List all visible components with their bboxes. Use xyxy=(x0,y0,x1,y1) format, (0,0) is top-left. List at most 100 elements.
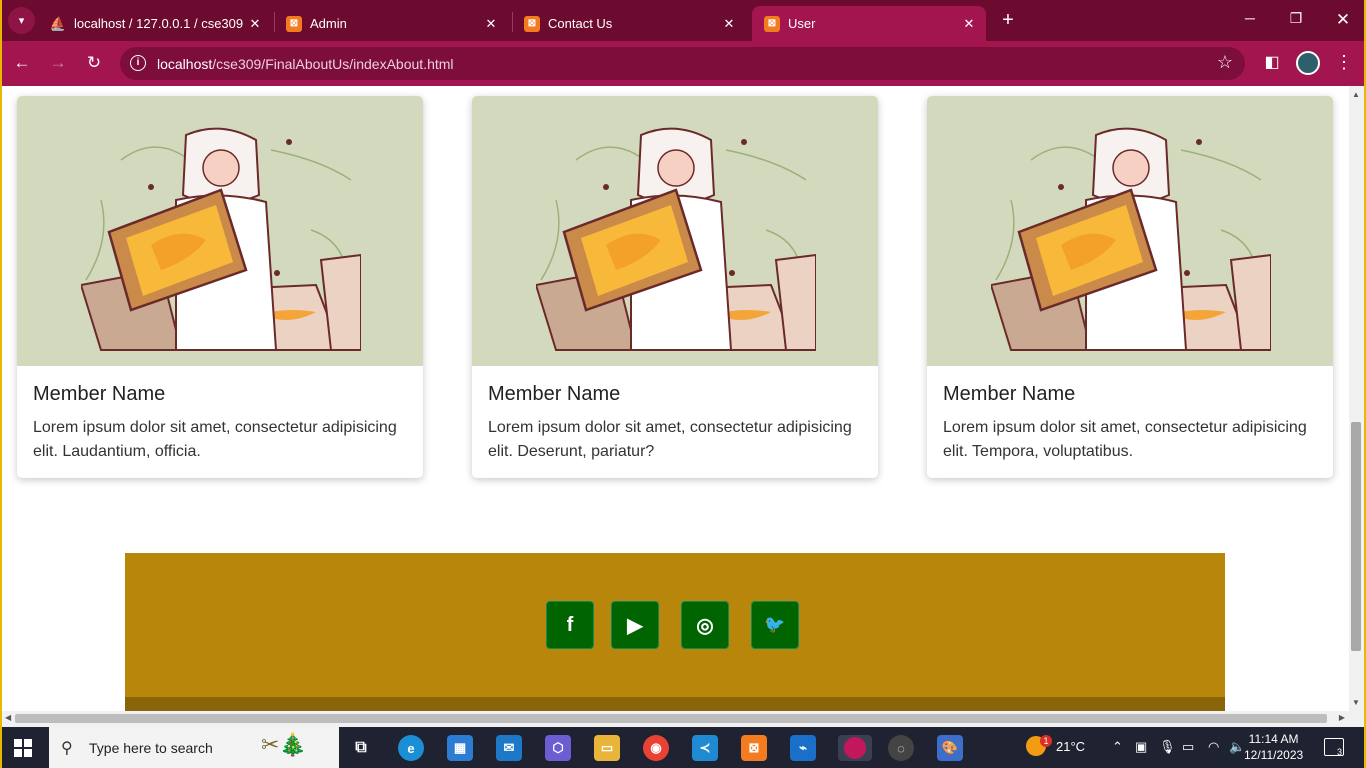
search-placeholder: Type here to search xyxy=(89,740,213,756)
side-panel-icon[interactable]: ◧ xyxy=(1260,52,1284,72)
instagram-icon: ◎ xyxy=(696,614,714,637)
site-footer: f ▶ ◎ 🐦 xyxy=(125,553,1225,711)
bookmark-star-icon[interactable]: ☆ xyxy=(1217,52,1233,73)
tab-title: Admin xyxy=(310,16,347,31)
forward-button[interactable]: → xyxy=(46,52,70,76)
scrollbar-corner xyxy=(1349,711,1364,727)
member-description: Lorem ipsum dolor sit amet, consectetur … xyxy=(943,419,1307,460)
tab-contact-us[interactable]: ⊠ Contact Us ✕ xyxy=(512,6,746,41)
restore-button[interactable]: ❐ xyxy=(1281,10,1311,27)
scroll-down-icon[interactable]: ▼ xyxy=(1352,698,1360,707)
tab-strip: ▾ ⛵ localhost / 127.0.0.1 / cse309 / r ✕… xyxy=(2,0,1364,41)
profile-avatar[interactable] xyxy=(1296,51,1320,75)
obs-icon[interactable]: ◌ xyxy=(888,735,914,761)
scroll-right-icon[interactable]: ▶ xyxy=(1339,713,1345,722)
page-viewport: Member Name Lorem ipsum dolor sit amet, … xyxy=(2,86,1349,711)
xampp-icon[interactable]: ⊠ xyxy=(741,735,767,761)
browser-toolbar: ← → ↻ i localhost/cse309/FinalAboutUs/in… xyxy=(2,41,1364,86)
tab-admin[interactable]: ⊠ Admin ✕ xyxy=(274,6,508,41)
footer-bottom-bar xyxy=(125,697,1225,711)
instagram-button[interactable]: ◎ xyxy=(681,601,729,649)
clock-time: 11:14 AM xyxy=(1248,732,1299,746)
chevron-down-icon: ▾ xyxy=(18,15,25,27)
tab-user[interactable]: ⊠ User ✕ xyxy=(752,6,986,41)
close-icon[interactable]: ✕ xyxy=(720,16,738,32)
clock-date: 12/11/2023 xyxy=(1244,748,1304,762)
member-card: Member Name Lorem ipsum dolor sit amet, … xyxy=(927,96,1333,478)
minimize-button[interactable]: ─ xyxy=(1235,10,1265,26)
member-name: Member Name xyxy=(33,383,166,405)
volume-icon[interactable]: 🔈 xyxy=(1229,739,1245,755)
tab-title: localhost / 127.0.0.1 / cse309 / r xyxy=(74,16,246,31)
windows-start-icon[interactable] xyxy=(14,739,32,757)
search-highlight-icon: ✂🎄 xyxy=(261,732,307,757)
weather-temp[interactable]: 21°C xyxy=(1056,739,1085,754)
member-name: Member Name xyxy=(488,383,621,405)
browser-window: ▾ ⛵ localhost / 127.0.0.1 / cse309 / r ✕… xyxy=(2,0,1364,768)
facebook-icon: f xyxy=(566,613,574,636)
reload-button[interactable]: ↻ xyxy=(82,52,106,76)
scrollbar-thumb[interactable] xyxy=(1351,422,1361,651)
member-name: Member Name xyxy=(943,383,1076,405)
notification-count: 3 xyxy=(1336,747,1342,757)
notification-icon[interactable]: 3 xyxy=(1324,738,1344,757)
remote-icon[interactable]: ⌁ xyxy=(790,735,816,761)
copilot-icon[interactable]: ⬡ xyxy=(545,735,571,761)
member-card: Member Name Lorem ipsum dolor sit amet, … xyxy=(472,96,878,478)
system-clock[interactable]: 11:14 AM 12/11/2023 xyxy=(1244,731,1303,763)
xampp-icon: ⊠ xyxy=(524,15,540,32)
url-host: localhost xyxy=(157,56,213,72)
horizontal-scrollbar[interactable]: ◀ ▶ xyxy=(2,711,1349,727)
tab-title: User xyxy=(788,16,816,31)
chevron-up-icon[interactable]: ⌃ xyxy=(1112,739,1123,755)
close-icon[interactable]: ✕ xyxy=(246,16,264,32)
vscode-icon[interactable]: ≺ xyxy=(692,735,718,761)
xampp-icon: ⊠ xyxy=(764,15,780,32)
tab-phpmyadmin[interactable]: ⛵ localhost / 127.0.0.1 / cse309 / r ✕ xyxy=(38,6,272,41)
back-button[interactable]: ← xyxy=(10,52,34,76)
close-icon[interactable]: ✕ xyxy=(960,16,978,32)
scroll-left-icon[interactable]: ◀ xyxy=(5,713,11,722)
facebook-button[interactable]: f xyxy=(546,601,594,649)
new-tab-button[interactable]: + xyxy=(996,9,1020,32)
edge-icon[interactable]: e xyxy=(398,735,424,761)
youtube-button[interactable]: ▶ xyxy=(611,601,659,649)
vertical-scrollbar[interactable]: ▲ ▼ xyxy=(1349,86,1364,711)
tab-search-button[interactable]: ▾ xyxy=(8,7,35,34)
windows-taskbar: ⚲ Type here to search ✂🎄 ⧉ e ▦ ✉ ⬡ ▭ ◉ ≺… xyxy=(2,727,1364,768)
twitter-icon: 🐦 xyxy=(764,615,786,634)
close-icon[interactable]: ✕ xyxy=(482,16,500,32)
paint-icon[interactable]: 🎨 xyxy=(937,735,963,761)
scroll-up-icon[interactable]: ▲ xyxy=(1352,90,1360,99)
task-view-icon[interactable]: ⧉ xyxy=(348,735,374,761)
close-window-button[interactable]: ✕ xyxy=(1328,10,1358,30)
mail-icon[interactable]: ✉ xyxy=(496,735,522,761)
scrollbar-thumb[interactable] xyxy=(15,714,1327,723)
url-path: /cse309/FinalAboutUs/indexAbout.html xyxy=(212,56,454,72)
beekeeper-illustration xyxy=(927,96,1333,366)
member-description: Lorem ipsum dolor sit amet, consectetur … xyxy=(33,419,397,460)
chrome-icon[interactable]: ◉ xyxy=(643,735,669,761)
twitter-button[interactable]: 🐦 xyxy=(751,601,799,649)
microphone-icon[interactable]: 🎙 xyxy=(1159,739,1176,755)
meet-icon[interactable]: ▣ xyxy=(1135,739,1147,755)
youtube-icon: ▶ xyxy=(627,614,643,637)
url-text[interactable]: localhost/cse309/FinalAboutUs/indexAbout… xyxy=(157,56,454,72)
taskbar-search[interactable]: ⚲ Type here to search ✂🎄 xyxy=(49,727,339,768)
tab-title: Contact Us xyxy=(548,16,613,31)
file-explorer-icon[interactable]: ▭ xyxy=(594,735,620,761)
weather-badge: 1 xyxy=(1040,735,1052,747)
search-icon: ⚲ xyxy=(61,740,73,757)
member-card: Member Name Lorem ipsum dolor sit amet, … xyxy=(17,96,423,478)
wifi-icon[interactable]: ◠ xyxy=(1208,739,1219,755)
beekeeper-illustration xyxy=(17,96,423,366)
phpmyadmin-icon: ⛵ xyxy=(49,15,67,31)
chrome-active-icon[interactable] xyxy=(838,735,872,761)
address-bar[interactable]: i localhost/cse309/FinalAboutUs/indexAbo… xyxy=(120,47,1245,80)
store-icon[interactable]: ▦ xyxy=(447,735,473,761)
site-info-icon[interactable]: i xyxy=(130,55,146,71)
menu-kebab-icon[interactable]: ⋮ xyxy=(1332,52,1356,73)
xampp-icon: ⊠ xyxy=(286,15,302,32)
member-description: Lorem ipsum dolor sit amet, consectetur … xyxy=(488,419,852,460)
battery-icon[interactable]: ▭ xyxy=(1182,739,1194,755)
